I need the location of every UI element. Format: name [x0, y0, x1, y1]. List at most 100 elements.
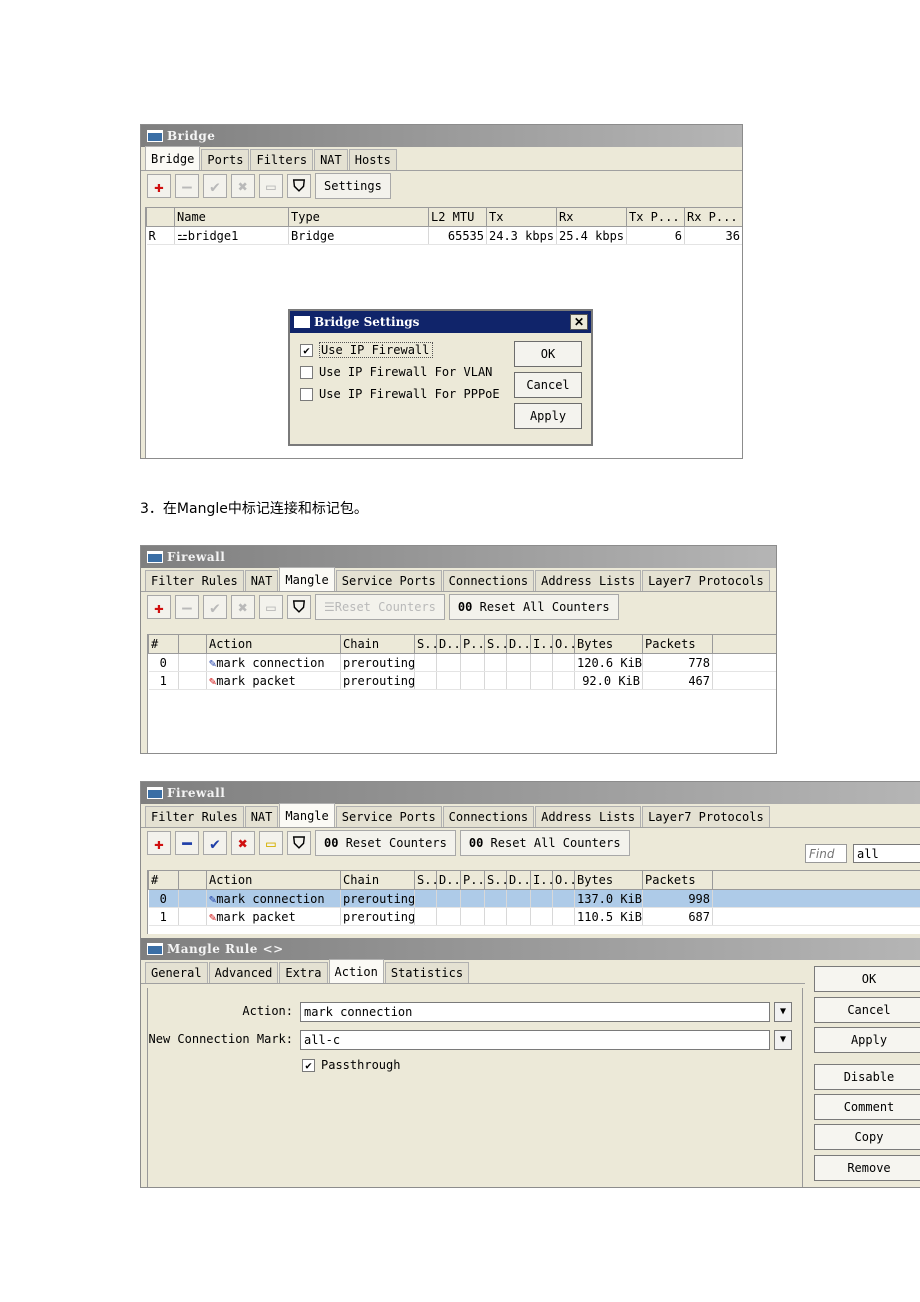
reset-all-counters-button[interactable]: 00 Reset All Counters: [448, 594, 619, 620]
tab-filter-rules[interactable]: Filter Rules: [145, 570, 244, 591]
tab-address-lists[interactable]: Address Lists: [535, 570, 642, 591]
tab-layer7-protocols[interactable]: Layer7 Protocols: [642, 570, 770, 591]
table-row[interactable]: 1 ✎mark packet prerouting 110.5 KiB 687: [148, 907, 920, 926]
col-dstport[interactable]: D..: [506, 870, 531, 890]
disable-button[interactable]: Disable: [814, 1064, 920, 1090]
remove-icon[interactable]: —: [175, 595, 199, 619]
checkbox-unchecked[interactable]: [300, 365, 313, 379]
tab-nat[interactable]: NAT: [244, 806, 279, 827]
table-row[interactable]: 1 ✎mark packet prerouting 92.0 KiB 467: [148, 671, 776, 690]
col-src[interactable]: S..: [414, 870, 437, 890]
comment-icon[interactable]: ▭: [259, 174, 283, 198]
table-row[interactable]: 0 ✎mark connection prerouting 120.6 KiB …: [148, 653, 776, 672]
col-packets[interactable]: Packets: [642, 634, 713, 654]
tab-ports[interactable]: Ports: [201, 149, 250, 170]
col-in[interactable]: I..: [530, 870, 553, 890]
opt-use-ip-firewall-pppoe[interactable]: Use IP Firewall For PPPoE: [300, 383, 500, 405]
disable-icon[interactable]: ✖: [231, 595, 255, 619]
col-out[interactable]: O..: [552, 634, 575, 654]
new-connection-mark-input[interactable]: all-c: [300, 1030, 770, 1050]
tab-mangle[interactable]: Mangle: [279, 567, 335, 591]
col-type[interactable]: Type: [288, 207, 429, 227]
ok-button[interactable]: OK: [514, 341, 582, 367]
tab-connections[interactable]: Connections: [442, 806, 535, 827]
tab-address-lists[interactable]: Address Lists: [535, 806, 642, 827]
table-row[interactable]: R ⚍bridge1 Bridge 65535 24.3 kbps 25.4 k…: [146, 226, 742, 245]
enable-icon[interactable]: ✔: [203, 595, 227, 619]
add-icon[interactable]: ✚: [147, 174, 171, 198]
col-bytes[interactable]: Bytes: [574, 870, 643, 890]
checkbox-checked[interactable]: ✔: [300, 343, 313, 357]
col-flag[interactable]: [146, 207, 175, 227]
apply-button[interactable]: Apply: [814, 1027, 920, 1053]
filter-icon[interactable]: ⛉: [287, 174, 311, 198]
disable-icon[interactable]: ✖: [231, 174, 255, 198]
filter-icon[interactable]: ⛉: [287, 831, 311, 855]
tab-general[interactable]: General: [145, 962, 208, 983]
add-icon[interactable]: ✚: [147, 595, 171, 619]
tab-hosts[interactable]: Hosts: [348, 149, 397, 170]
tab-statistics[interactable]: Statistics: [384, 962, 470, 983]
find-input[interactable]: [805, 844, 847, 863]
cancel-button[interactable]: Cancel: [514, 372, 582, 398]
col-rxp[interactable]: Rx P...: [684, 207, 742, 227]
col-action[interactable]: Action: [206, 870, 341, 890]
add-icon[interactable]: ✚: [147, 831, 171, 855]
col-action[interactable]: Action: [206, 634, 341, 654]
col-out[interactable]: O..: [552, 870, 575, 890]
tab-connections[interactable]: Connections: [442, 570, 535, 591]
col-txp[interactable]: Tx P...: [626, 207, 685, 227]
tab-nat[interactable]: NAT: [314, 149, 348, 170]
reset-all-counters-button[interactable]: 00 Reset All Counters: [459, 830, 630, 856]
col-bytes[interactable]: Bytes: [574, 634, 643, 654]
enable-icon[interactable]: ✔: [203, 174, 227, 198]
action-select[interactable]: mark connection: [300, 1002, 770, 1022]
col-chain[interactable]: Chain: [340, 634, 415, 654]
tab-filter-rules[interactable]: Filter Rules: [145, 806, 244, 827]
col-dstport[interactable]: D..: [506, 634, 531, 654]
apply-button[interactable]: Apply: [514, 403, 582, 429]
col-chain[interactable]: Chain: [340, 870, 415, 890]
opt-use-ip-firewall-vlan[interactable]: Use IP Firewall For VLAN: [300, 361, 500, 383]
col-blank[interactable]: [178, 870, 207, 890]
col-blank[interactable]: [178, 634, 207, 654]
tab-action[interactable]: Action: [328, 959, 384, 983]
col-proto[interactable]: P..: [460, 634, 485, 654]
col-proto[interactable]: P..: [460, 870, 485, 890]
reset-counters-button[interactable]: ☰ Reset Counters: [315, 594, 445, 620]
tab-filters[interactable]: Filters: [250, 149, 314, 170]
col-srcport[interactable]: S..: [484, 634, 507, 654]
settings-button[interactable]: Settings: [315, 173, 391, 199]
col-srcport[interactable]: S..: [484, 870, 507, 890]
ok-button[interactable]: OK: [814, 966, 920, 992]
comment-icon[interactable]: ▭: [259, 831, 283, 855]
chevron-down-icon[interactable]: ▼: [774, 1002, 792, 1022]
tab-service-ports[interactable]: Service Ports: [335, 570, 442, 591]
comment-button[interactable]: Comment: [814, 1094, 920, 1120]
tab-nat[interactable]: NAT: [244, 570, 279, 591]
copy-button[interactable]: Copy: [814, 1124, 920, 1150]
col-l2mtu[interactable]: L2 MTU: [428, 207, 487, 227]
reset-counters-button[interactable]: 00 Reset Counters: [315, 830, 456, 856]
filter-select[interactable]: all: [853, 844, 920, 863]
col-name[interactable]: Name: [174, 207, 289, 227]
remove-button[interactable]: Remove: [814, 1155, 920, 1181]
tab-layer7-protocols[interactable]: Layer7 Protocols: [642, 806, 770, 827]
disable-icon[interactable]: ✖: [231, 831, 255, 855]
remove-icon[interactable]: —: [175, 174, 199, 198]
col-tx[interactable]: Tx: [486, 207, 557, 227]
checkbox-checked[interactable]: ✔: [302, 1058, 315, 1072]
checkbox-unchecked[interactable]: [300, 387, 313, 401]
col-packets[interactable]: Packets: [642, 870, 713, 890]
col-num[interactable]: #: [148, 870, 179, 890]
col-in[interactable]: I..: [530, 634, 553, 654]
tab-mangle[interactable]: Mangle: [279, 803, 335, 827]
chevron-down-icon[interactable]: ▼: [774, 1030, 792, 1050]
filter-icon[interactable]: ⛉: [287, 595, 311, 619]
table-row-selected[interactable]: 0 ✎mark connection prerouting 137.0 KiB …: [148, 889, 920, 908]
remove-icon[interactable]: ━: [175, 831, 199, 855]
tab-bridge[interactable]: Bridge: [145, 146, 201, 170]
col-num[interactable]: #: [148, 634, 179, 654]
tab-service-ports[interactable]: Service Ports: [335, 806, 442, 827]
cancel-button[interactable]: Cancel: [814, 997, 920, 1023]
